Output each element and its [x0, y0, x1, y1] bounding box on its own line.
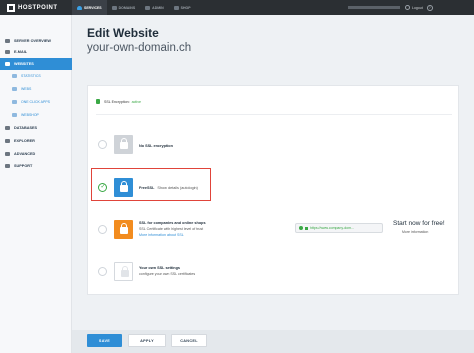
sidebar-subitem-statistics[interactable]: STATISTICS	[0, 71, 72, 81]
sidebar-item-explorer[interactable]: EXPLORER	[0, 135, 72, 147]
padlock-orange-icon	[114, 220, 133, 239]
apps-icon	[12, 100, 17, 104]
padlock-outline-icon	[114, 262, 133, 281]
gear-icon	[5, 152, 10, 156]
nav-domains[interactable]: DOMAINS	[107, 0, 141, 15]
nav-services[interactable]: SERVICES	[72, 0, 107, 15]
server-icon	[5, 39, 10, 43]
sidebar-subitem-webshop[interactable]: WEBSHOP	[0, 110, 72, 120]
save-button[interactable]: SAVE	[87, 334, 122, 347]
support-icon	[5, 164, 10, 168]
radio-no-ssl[interactable]	[98, 140, 107, 149]
ssl-status: SSL Encryption: active	[96, 99, 141, 104]
divider	[96, 114, 452, 115]
promo-more-info-link[interactable]: More information	[402, 230, 428, 234]
ssl-status-label: SSL Encryption:	[104, 99, 130, 104]
option-title: Your own SSL settings	[139, 266, 180, 270]
browser-url-illustration: https://www.company-dom...	[295, 223, 383, 233]
radio-company-ssl[interactable]	[98, 225, 107, 234]
logout-link[interactable]: Logout	[412, 6, 423, 10]
statistics-icon	[12, 74, 17, 78]
help-icon[interactable]: ?	[426, 4, 433, 11]
sidebar-subitem-webs[interactable]: WEBS	[0, 84, 72, 94]
account-name-redacted	[348, 6, 400, 9]
sidebar-item-websites[interactable]: WEBSITES	[0, 58, 72, 70]
logo-icon	[7, 3, 15, 12]
option-description: configure your own SSL certificates	[139, 272, 196, 276]
folder-icon	[5, 139, 10, 143]
website-icon	[5, 62, 10, 66]
cloud-icon	[77, 5, 82, 10]
padlock-grey-icon	[114, 135, 133, 154]
mail-icon	[5, 50, 10, 54]
main-nav: SERVICES DOMAINS ADMIN SHOP	[72, 0, 196, 15]
user-icon	[145, 5, 151, 10]
webs-icon	[12, 87, 17, 91]
lock-icon	[96, 99, 100, 104]
option-title: SSL for companies and online shops	[139, 221, 206, 225]
sidebar-item-advanced[interactable]: ADVANCED	[0, 148, 72, 160]
sidebar-subitem-one-click-apps[interactable]: ONE CLICK APPS	[0, 97, 72, 107]
sidebar: SERVER OVERVIEW E-MAIL WEBSITES STATISTI…	[0, 15, 72, 353]
more-info-ssl-link[interactable]: More information about SSL	[139, 233, 184, 237]
example-url: https://www.company-dom...	[310, 226, 354, 230]
nav-shop[interactable]: SHOP	[169, 0, 196, 15]
radio-own-ssl[interactable]	[98, 267, 107, 276]
apply-button[interactable]: APPLY	[128, 334, 166, 347]
secure-dot-icon	[299, 226, 303, 230]
cancel-button[interactable]: CANCEL	[171, 334, 207, 347]
ssl-settings-card: SSL Encryption: active No SSL encryption…	[87, 85, 459, 295]
top-navigation-bar: HOSTPOINT SERVICES DOMAINS ADMIN SHOP Lo…	[0, 0, 474, 15]
sidebar-item-email[interactable]: E-MAIL	[0, 46, 72, 58]
option-title: No SSL encryption	[139, 144, 173, 148]
padlock-blue-icon	[114, 178, 133, 197]
selection-highlight	[91, 168, 211, 201]
cart-icon	[173, 5, 179, 10]
option-description: SSL Certificate with highest level of tr…	[139, 227, 204, 231]
logout-icon[interactable]	[405, 5, 410, 10]
lock-icon	[305, 226, 308, 230]
sidebar-item-support[interactable]: SUPPORT	[0, 160, 72, 172]
show-details-link[interactable]: Show details (autologin)	[157, 186, 198, 190]
ssl-status-value: active	[131, 99, 142, 104]
nav-admin[interactable]: ADMIN	[140, 0, 168, 15]
page-subtitle: your-own-domain.ch	[87, 42, 192, 54]
hostpoint-logo[interactable]: HOSTPOINT	[7, 3, 58, 12]
radio-freessl[interactable]	[98, 183, 107, 192]
webshop-icon	[12, 113, 17, 117]
promo-title: Start now for free!	[393, 220, 445, 227]
logo-text: HOSTPOINT	[18, 4, 58, 11]
page-title: Edit Website	[87, 26, 159, 40]
option-title: FreeSSL Show details (autologin)	[139, 186, 198, 190]
globe-icon	[111, 5, 117, 10]
user-area: Logout ?	[348, 0, 433, 15]
database-icon	[5, 126, 10, 130]
sidebar-item-databases[interactable]: DATABASES	[0, 122, 72, 134]
